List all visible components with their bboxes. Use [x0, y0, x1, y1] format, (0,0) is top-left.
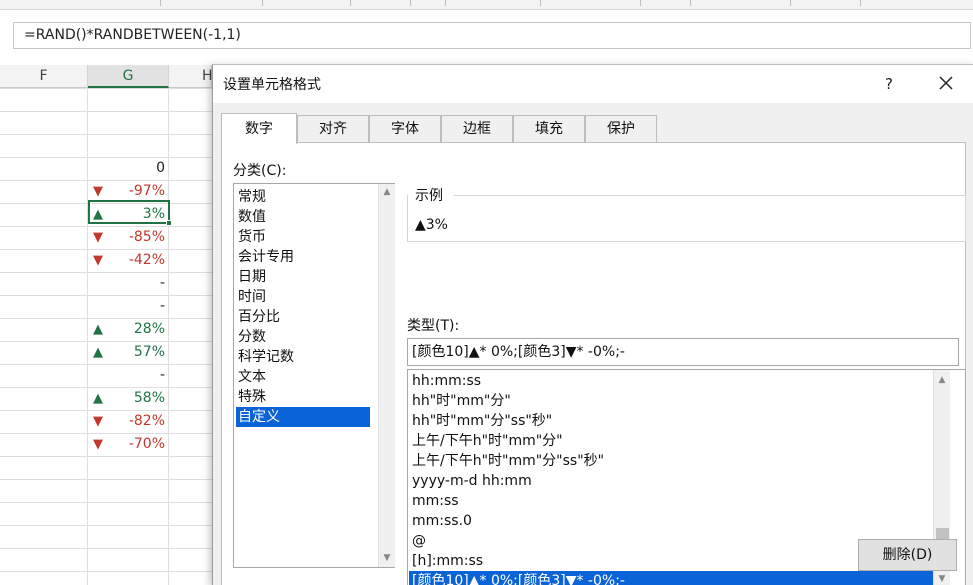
excel-window: =RAND()*RANDBETWEEN(-1,1) F G H 0 ▼ -97% ▲ 3… — [0, 0, 973, 585]
format-code-item[interactable]: [颜色10]▲* 0%;[颜色3]▼* -0%;- — [409, 571, 936, 585]
cell-value: - — [159, 275, 165, 291]
sheet-cell-g[interactable]: ▼ -85% — [88, 226, 168, 249]
grid-row-line — [0, 456, 212, 457]
tab-border[interactable]: 边框 — [441, 115, 513, 143]
cell-value: 28% — [133, 321, 165, 337]
cell-value: -82% — [128, 413, 165, 429]
ribbon-edge — [0, 0, 973, 10]
down-triangle-icon: ▼ — [93, 414, 103, 429]
grid-column-line — [168, 88, 169, 585]
sheet-cell-g[interactable]: 0 — [88, 157, 168, 180]
sheet-cell-g[interactable]: ▼ -70% — [88, 433, 168, 456]
fill-handle[interactable] — [166, 220, 172, 226]
category-item[interactable]: 货币 — [236, 227, 370, 247]
down-triangle-icon: ▼ — [93, 230, 103, 245]
category-list[interactable]: 常规 数值 货币 会计专用 日期 时间 百分比 分数 科学记数 文本 特殊 自定义 ▲ ▼ — [233, 183, 395, 568]
category-item[interactable]: 自定义 — [236, 407, 370, 427]
up-triangle-icon: ▲ — [93, 391, 103, 406]
dialog-tabs: 数字 对齐 字体 边框 填充 保护 — [221, 113, 961, 144]
grid-row-line — [0, 134, 212, 135]
tab-font[interactable]: 字体 — [369, 115, 441, 143]
up-triangle-icon: ▲ — [93, 345, 103, 360]
format-code-item[interactable]: yyyy-m-d hh:mm — [409, 471, 532, 491]
tab-alignment[interactable]: 对齐 — [297, 115, 369, 143]
category-item[interactable]: 常规 — [236, 187, 370, 207]
down-triangle-icon: ▼ — [93, 253, 103, 268]
formula-bar: =RAND()*RANDBETWEEN(-1,1) — [0, 10, 973, 60]
category-item[interactable]: 数值 — [236, 207, 370, 227]
type-label: 类型(T): — [407, 318, 460, 334]
cell-value: -42% — [128, 252, 165, 268]
scroll-up-arrow-icon[interactable]: ▲ — [934, 372, 950, 389]
sheet-cell-g[interactable]: - — [88, 295, 168, 318]
tab-protection[interactable]: 保护 — [585, 115, 657, 143]
cell-value: 57% — [133, 344, 165, 360]
cell-value: 58% — [133, 390, 165, 406]
active-cell-selection[interactable] — [88, 200, 172, 226]
tab-fill[interactable]: 填充 — [513, 115, 585, 143]
format-code-item[interactable]: 上午/下午h"时"mm"分"ss"秒" — [409, 451, 604, 471]
delete-button[interactable]: 删除(D) — [858, 539, 957, 571]
cell-value: -70% — [128, 436, 165, 452]
cell-value: -85% — [128, 229, 165, 245]
cell-value: 0 — [156, 160, 165, 176]
format-cells-dialog: 设置单元格格式 ? 数字 对齐 字体 边框 填充 保护 分类(C): 常规 数值货… — [212, 64, 973, 585]
sample-value: ▲3% — [415, 217, 448, 233]
grid-row-line — [0, 479, 212, 480]
sheet-cell-g[interactable]: ▼ -42% — [88, 249, 168, 272]
category-item[interactable]: 分数 — [236, 327, 370, 347]
format-code-item[interactable]: @ — [409, 531, 426, 551]
category-scrollbar[interactable]: ▲ ▼ — [378, 184, 395, 567]
sheet-cell-g[interactable]: ▼ -82% — [88, 410, 168, 433]
grid-row-line — [0, 571, 212, 572]
category-item[interactable]: 文本 — [236, 367, 370, 387]
cell-value: - — [159, 367, 165, 383]
down-triangle-icon: ▼ — [93, 437, 103, 452]
sheet-cell-g[interactable]: - — [88, 272, 168, 295]
category-item[interactable]: 日期 — [236, 267, 370, 287]
format-code-item[interactable]: mm:ss — [409, 491, 459, 511]
format-code-item[interactable]: hh"时"mm"分"ss"秒" — [409, 411, 552, 431]
column-header-h[interactable]: H — [169, 65, 213, 88]
category-item[interactable]: 时间 — [236, 287, 370, 307]
sample-label: 示例 — [415, 188, 443, 204]
grid-row-line — [0, 88, 212, 89]
dialog-titlebar: 设置单元格格式 ? — [213, 65, 973, 103]
column-header-g[interactable]: G — [88, 65, 169, 88]
sheet-cell-g[interactable]: ▲ 57% — [88, 341, 168, 364]
format-code-item[interactable]: hh"时"mm"分" — [409, 391, 511, 411]
format-code-item[interactable]: 上午/下午h"时"mm"分" — [409, 431, 563, 451]
sheet-cell-g[interactable]: ▲ 28% — [88, 318, 168, 341]
scroll-up-arrow-icon[interactable]: ▲ — [379, 184, 395, 201]
format-code-item[interactable]: [h]:mm:ss — [409, 551, 483, 571]
format-code-item[interactable]: hh:mm:ss — [409, 371, 481, 391]
category-item[interactable]: 科学记数 — [236, 347, 370, 367]
tab-number[interactable]: 数字 — [221, 113, 297, 144]
format-code-item[interactable]: mm:ss.0 — [409, 511, 472, 531]
grid-row-line — [0, 525, 212, 526]
category-label: 分类(C): — [233, 163, 287, 179]
scroll-down-arrow-icon[interactable]: ▼ — [934, 571, 950, 585]
scroll-down-arrow-icon[interactable]: ▼ — [379, 550, 395, 567]
formula-input[interactable]: =RAND()*RANDBETWEEN(-1,1) — [13, 22, 971, 49]
category-item[interactable]: 会计专用 — [236, 247, 370, 267]
grid-row-line — [0, 111, 212, 112]
help-button[interactable]: ? — [875, 71, 903, 97]
number-tab-panel: 分类(C): 常规 数值 货币 会计专用 日期 时间 百分比 分数 科学记数 文本 特殊 自定义 ▲ … — [221, 142, 966, 585]
sheet-cell-g[interactable]: - — [88, 364, 168, 387]
close-button[interactable] — [931, 69, 961, 99]
grid-row-line — [0, 548, 212, 549]
grid-row-line — [0, 502, 212, 503]
close-icon — [939, 76, 953, 90]
category-item[interactable]: 特殊 — [236, 387, 370, 407]
column-header-f[interactable]: F — [0, 65, 88, 88]
category-item[interactable]: 百分比 — [236, 307, 370, 327]
up-triangle-icon: ▲ — [93, 322, 103, 337]
cell-value: - — [159, 298, 165, 314]
sheet-cell-g[interactable]: ▲ 58% — [88, 387, 168, 410]
dialog-title: 设置单元格格式 — [223, 77, 321, 93]
type-input[interactable]: [颜色10]▲* 0%;[颜色3]▼* -0%;- — [407, 338, 959, 366]
